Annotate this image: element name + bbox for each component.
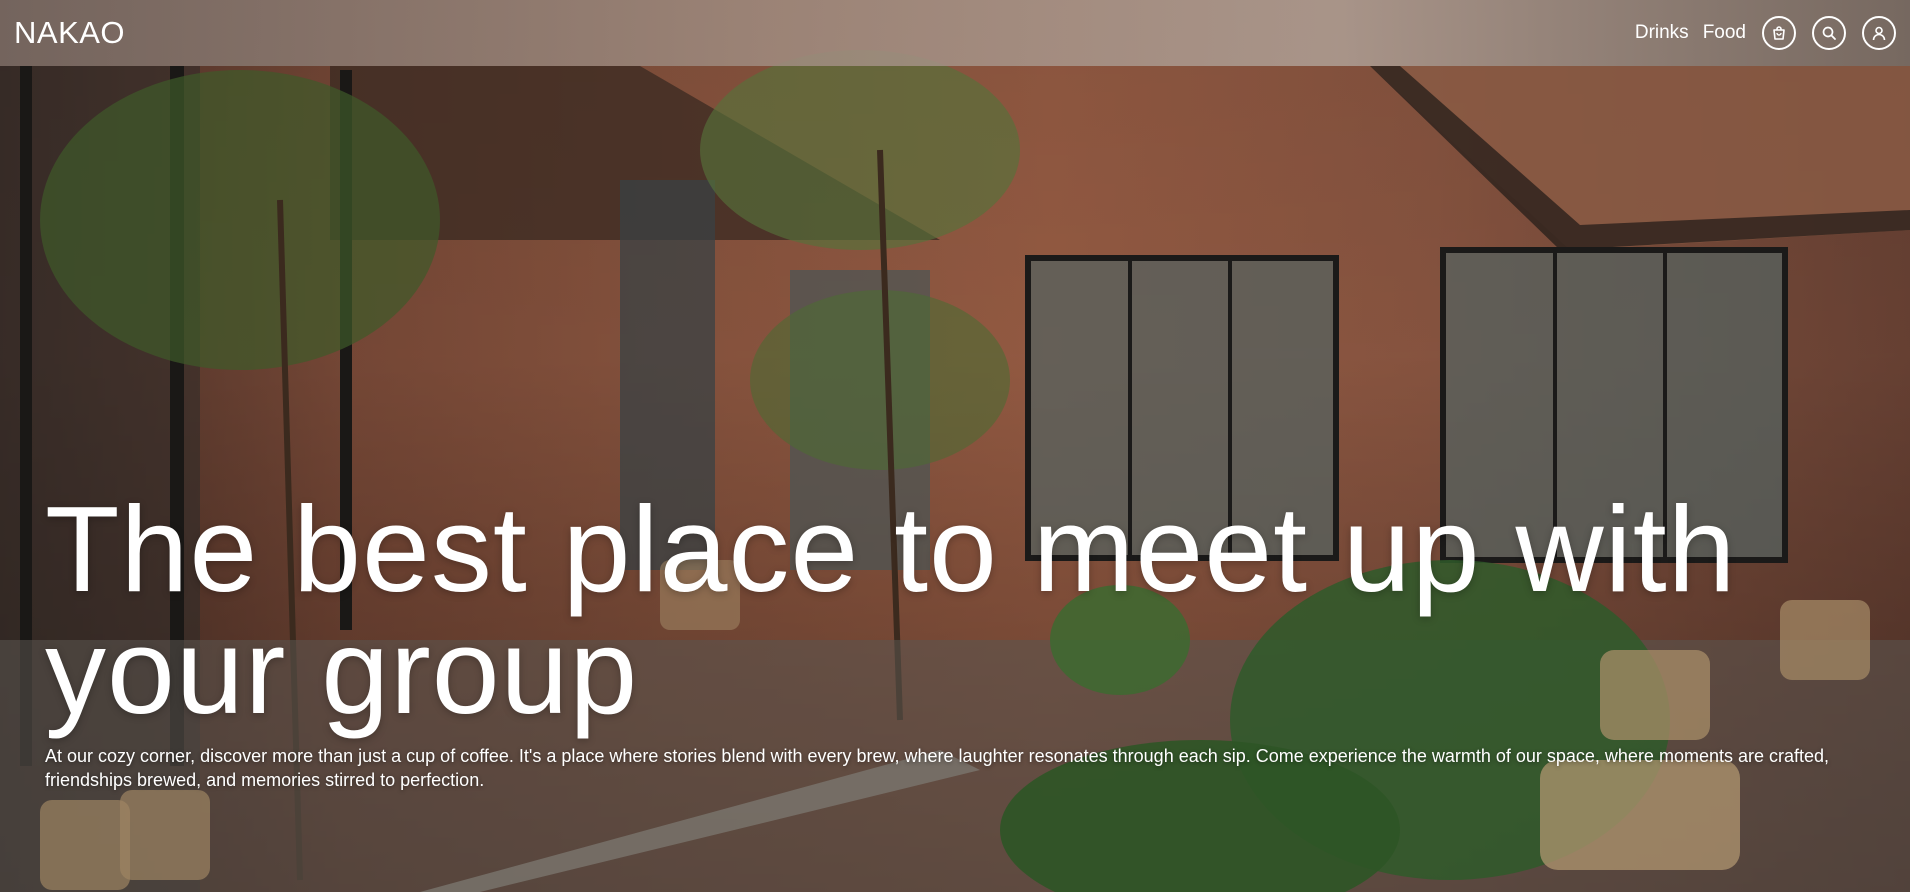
cart-icon	[1773, 26, 1785, 40]
site-header: NAKAO Drinks Food	[0, 0, 1910, 66]
hero-description: At our cozy corner, discover more than j…	[45, 746, 1830, 791]
search-icon	[1822, 26, 1836, 40]
page: NAKAO Drinks Food The best place to meet…	[0, 0, 1910, 892]
account-button[interactable]	[1862, 16, 1896, 50]
nav-link-food[interactable]: Food	[1703, 22, 1746, 44]
brand-logo[interactable]: NAKAO	[14, 15, 125, 51]
user-icon	[1872, 26, 1886, 41]
main-nav: Drinks Food	[1635, 16, 1896, 50]
cart-button[interactable]	[1762, 16, 1796, 50]
hero-title: The best place to meet up with your grou…	[45, 481, 1737, 739]
nav-link-drinks[interactable]: Drinks	[1635, 22, 1689, 44]
search-button[interactable]	[1812, 16, 1846, 50]
hero-section: The best place to meet up with your grou…	[45, 488, 1885, 793]
